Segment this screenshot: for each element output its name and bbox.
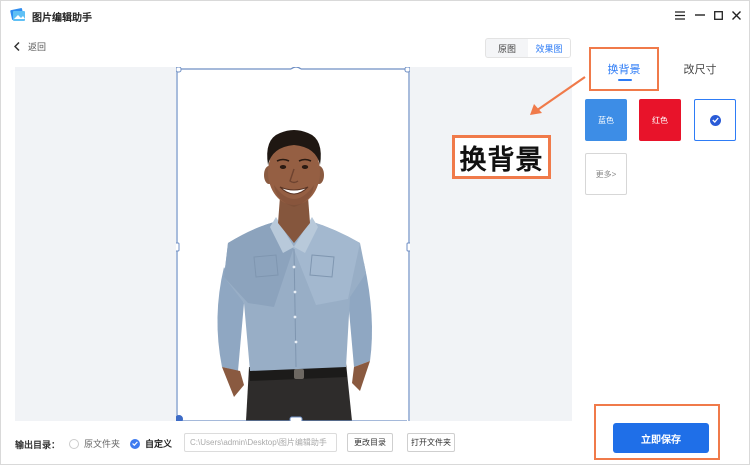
radio-checked-icon <box>130 438 140 449</box>
view-toggle: 原图 效果图 <box>485 38 571 58</box>
title-bar: 图片编辑助手 <box>1 1 749 29</box>
radio-original-label: 原文件夹 <box>84 439 121 449</box>
minimize-icon[interactable] <box>691 6 709 24</box>
maximize-icon[interactable] <box>709 6 727 24</box>
output-path-input[interactable] <box>184 433 337 452</box>
active-tab-underline <box>618 79 632 81</box>
close-icon[interactable] <box>727 6 745 24</box>
tab-change-background[interactable]: 换背景 <box>589 47 659 91</box>
tab-result[interactable]: 效果图 <box>528 39 570 57</box>
image-canvas <box>15 67 572 421</box>
app-title: 图片编辑助手 <box>32 13 92 24</box>
radio-custom-folder[interactable]: 自定义 <box>130 437 172 450</box>
save-now-button[interactable]: 立即保存 <box>613 423 709 453</box>
radio-unchecked-icon <box>69 438 79 449</box>
chevron-left-icon <box>14 42 20 51</box>
panel-tabs: 换背景 改尺寸 <box>589 47 739 93</box>
radio-custom-label: 自定义 <box>145 439 173 449</box>
app-window: 图片编辑助手 返回 原图 效果图 换背景 换背景 改尺寸 蓝色 红色 更多> 输… <box>0 0 750 465</box>
more-colors-button[interactable]: 更多> <box>585 153 627 195</box>
annotation-arrow <box>530 76 586 115</box>
swatch-white[interactable] <box>694 99 736 141</box>
check-icon <box>709 114 721 126</box>
tab-change-background-label: 换背景 <box>607 64 641 76</box>
open-folder-button[interactable]: 打开文件夹 <box>407 433 455 452</box>
annotation-label: 换背景 <box>452 135 551 179</box>
back-label: 返回 <box>28 42 47 52</box>
tab-original[interactable]: 原图 <box>486 39 528 57</box>
change-dir-button[interactable]: 更改目录 <box>347 433 393 452</box>
swatch-blue[interactable]: 蓝色 <box>585 99 627 141</box>
menu-icon[interactable] <box>671 6 689 24</box>
output-dir-label: 输出目录： <box>15 440 61 450</box>
swatch-red[interactable]: 红色 <box>639 99 681 141</box>
tab-resize[interactable]: 改尺寸 <box>669 47 731 91</box>
back-button[interactable]: 返回 <box>14 40 46 53</box>
crop-frame[interactable] <box>176 67 410 421</box>
app-logo-icon <box>10 8 25 21</box>
radio-original-folder[interactable]: 原文件夹 <box>69 437 120 450</box>
